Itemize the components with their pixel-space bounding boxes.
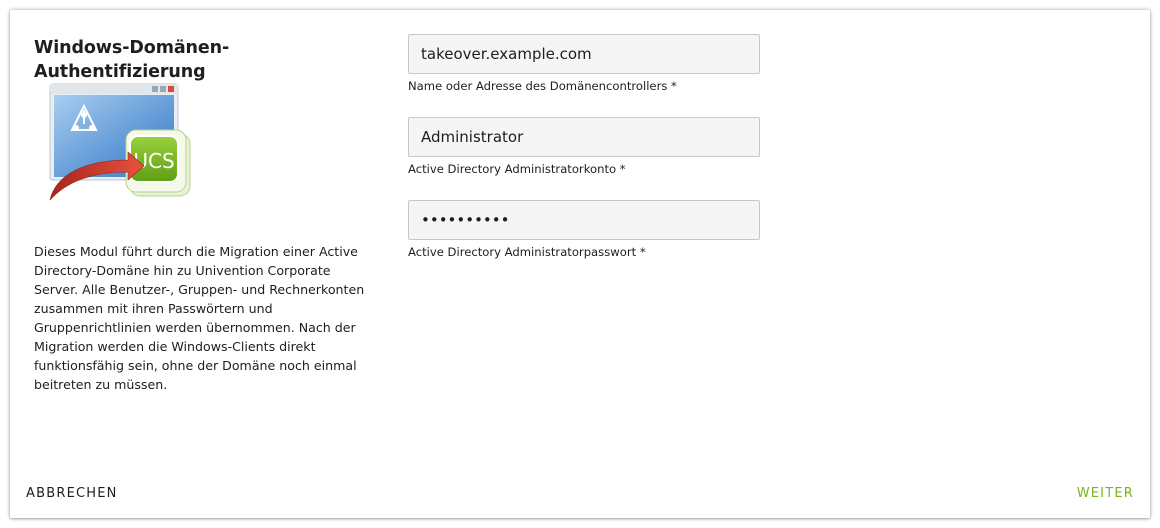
cancel-button[interactable]: ABBRECHEN	[20, 482, 124, 505]
admin-account-field: Active Directory Administratorkonto *	[408, 117, 768, 177]
domain-controller-input[interactable]	[408, 34, 760, 74]
credentials-form: Name oder Adresse des Domänencontrollers…	[408, 34, 768, 283]
info-panel: Windows-Domänen-Authentifizierung UCS Di…	[34, 36, 374, 392]
admin-account-input[interactable]	[408, 117, 760, 157]
admin-password-label: Active Directory Administratorpasswort *	[408, 245, 646, 259]
admin-password-field: Active Directory Administratorpasswort *	[408, 200, 768, 260]
domain-controller-label: Name oder Adresse des Domänencontrollers…	[408, 79, 677, 93]
domain-controller-field: Name oder Adresse des Domänencontrollers…	[408, 34, 768, 94]
next-button[interactable]: WEITER	[1071, 482, 1140, 505]
admin-password-input[interactable]	[408, 200, 760, 240]
ad-to-ucs-migration-icon: UCS	[46, 82, 216, 202]
domain-auth-dialog: Windows-Domänen-Authentifizierung UCS Di…	[10, 10, 1150, 518]
admin-account-label: Active Directory Administratorkonto *	[408, 162, 626, 176]
module-description: Dieses Modul führt durch die Migration e…	[34, 244, 365, 392]
page-title: Windows-Domänen-Authentifizierung	[34, 38, 230, 82]
